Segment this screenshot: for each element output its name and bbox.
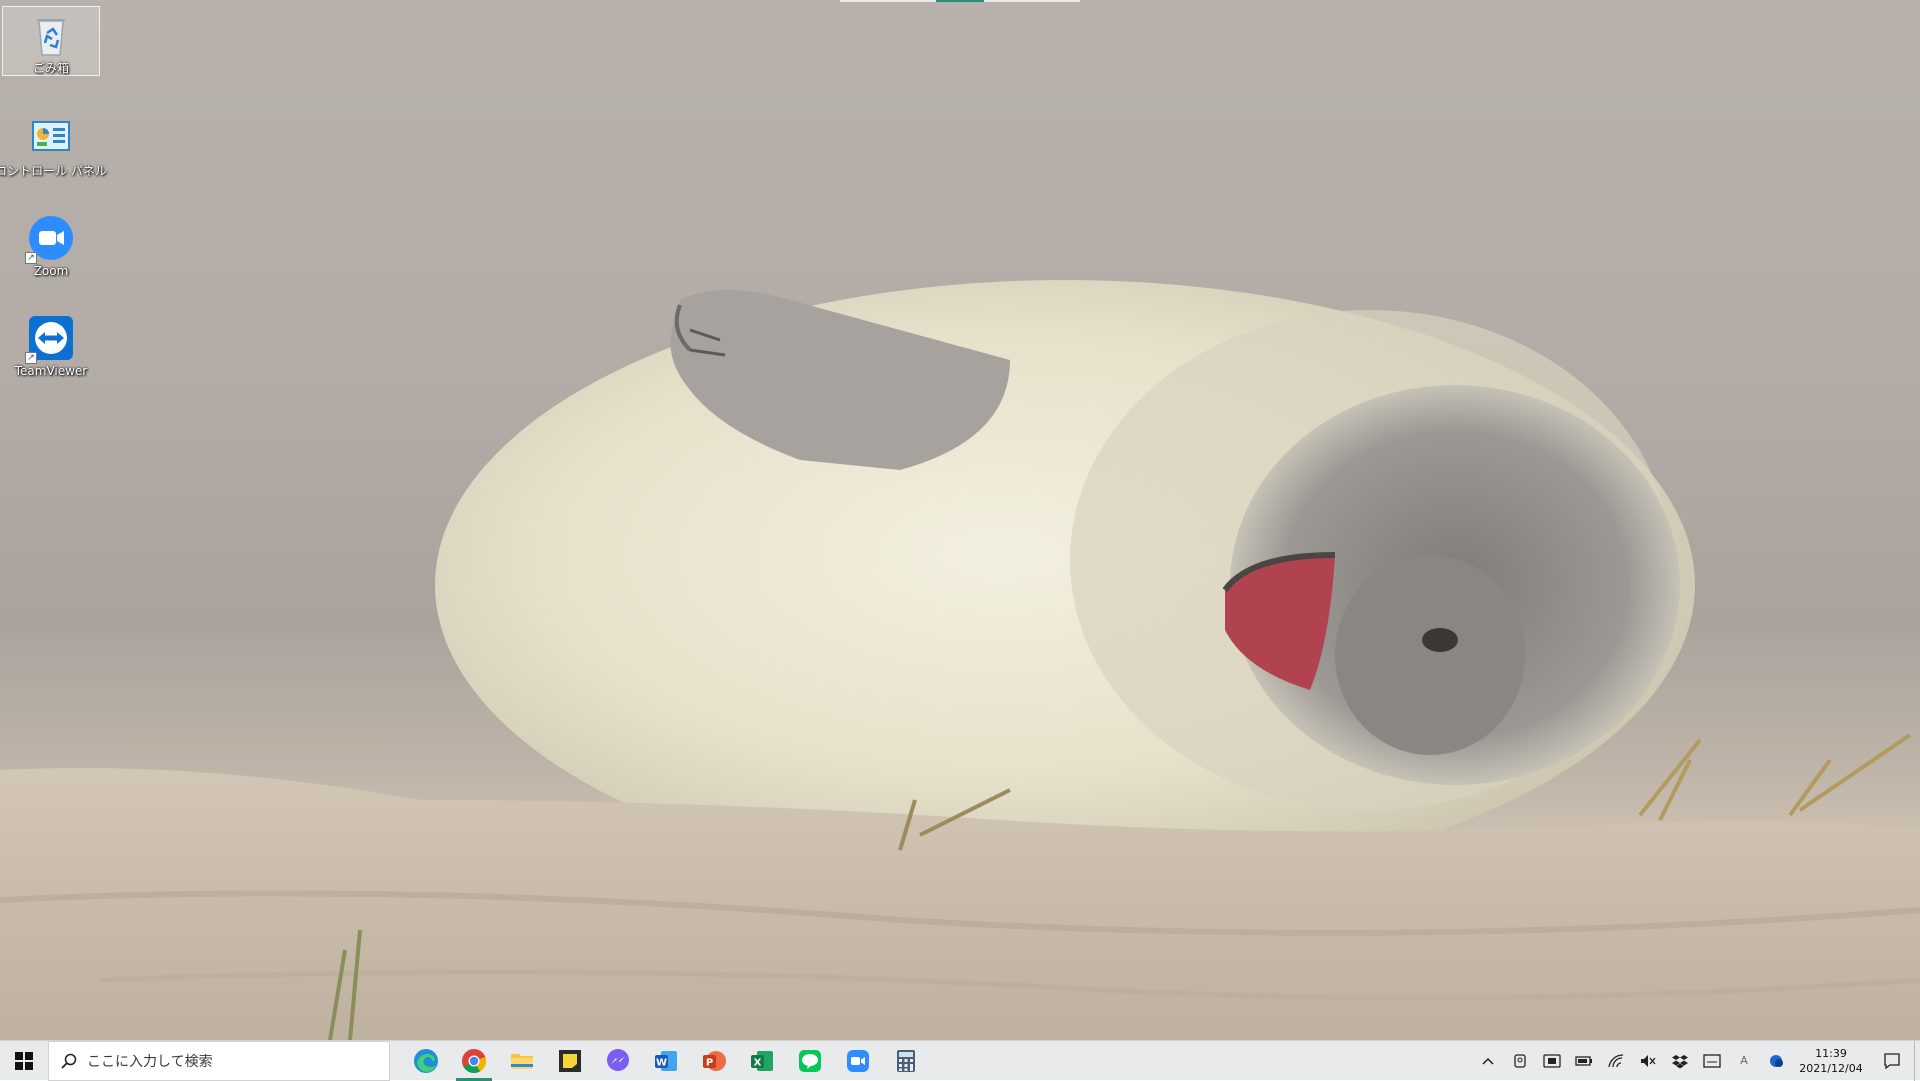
windows-logo-icon — [15, 1051, 33, 1070]
svg-text:P: P — [706, 1057, 713, 1068]
svg-text:X: X — [754, 1057, 762, 1068]
control-panel-icon — [27, 114, 75, 162]
system-tray: A 11:39 2021/12/04 — [1472, 1040, 1920, 1081]
desktop-icon-label: コントロール パネル — [0, 164, 107, 178]
shortcut-arrow-icon: ↗ — [25, 352, 37, 364]
dropbox-icon[interactable] — [1664, 1041, 1696, 1081]
search-placeholder: ここに入力して検索 — [87, 1053, 213, 1070]
show-hidden-icons-chevron-up-icon[interactable] — [1472, 1041, 1504, 1081]
sticky-notes-icon — [559, 1049, 581, 1072]
wifi-icon[interactable] — [1600, 1041, 1632, 1081]
teamviewer-icon: ↗ — [25, 314, 75, 364]
meet-now-icon[interactable] — [1504, 1041, 1536, 1081]
recycle-bin-shortcut[interactable]: ごみ箱 — [2, 6, 100, 76]
ime-mode-label: A — [1740, 1054, 1748, 1067]
taskbar-sticky-notes[interactable] — [546, 1041, 594, 1081]
taskbar-file-explorer[interactable] — [498, 1041, 546, 1081]
taskbar-chrome[interactable] — [450, 1041, 498, 1081]
start-button[interactable] — [0, 1041, 48, 1081]
desktop-icon-label: Zoom — [33, 264, 69, 278]
desktop-icon-label: ごみ箱 — [32, 61, 69, 75]
desktop: ごみ箱 コントロール パネル ↗ Zoom ↗ TeamViewer — [0, 0, 1920, 1040]
taskbar-messenger[interactable] — [594, 1041, 642, 1081]
clock-date: 2021/12/04 — [1799, 1061, 1863, 1075]
line-icon — [799, 1049, 821, 1072]
screen-capture-icon[interactable] — [1536, 1041, 1568, 1081]
taskbar-line[interactable] — [786, 1041, 834, 1081]
folder-icon — [511, 1053, 533, 1069]
zoom-shortcut[interactable]: ↗ Zoom — [2, 210, 100, 280]
ime-indicator[interactable]: A — [1728, 1041, 1760, 1081]
clock-time: 11:39 — [1815, 1046, 1847, 1060]
top-edge-indicator — [840, 0, 1080, 2]
taskbar-search-box[interactable]: ここに入力して検索 — [48, 1040, 390, 1081]
zoom-icon: ↗ — [25, 214, 75, 264]
touch-keyboard-icon[interactable] — [1696, 1041, 1728, 1081]
calculator-icon — [897, 1049, 915, 1072]
pinned-apps: W P X — [402, 1041, 930, 1081]
desktop-icon-label: TeamViewer — [14, 364, 88, 378]
battery-icon[interactable] — [1568, 1041, 1600, 1081]
teamviewer-shortcut[interactable]: ↗ TeamViewer — [2, 310, 100, 380]
show-desktop-button[interactable] — [1914, 1040, 1920, 1081]
word-icon: W — [655, 1050, 677, 1071]
svg-text:W: W — [656, 1057, 667, 1068]
search-icon — [61, 1053, 77, 1069]
chrome-icon — [462, 1048, 487, 1073]
notification-icon — [1884, 1052, 1900, 1069]
taskbar-powerpoint[interactable]: P — [690, 1041, 738, 1081]
powerpoint-icon: P — [703, 1050, 726, 1071]
taskbar-calculator[interactable] — [882, 1041, 930, 1081]
recycle-bin-icon — [27, 11, 75, 59]
onedrive-icon[interactable] — [1760, 1041, 1792, 1081]
zoom-icon — [847, 1049, 869, 1072]
shortcut-arrow-icon: ↗ — [25, 252, 37, 264]
taskbar-zoom[interactable] — [834, 1041, 882, 1081]
messenger-icon — [607, 1048, 629, 1071]
volume-muted-icon[interactable] — [1632, 1041, 1664, 1081]
action-center-button[interactable] — [1870, 1041, 1914, 1081]
edge-icon — [414, 1048, 438, 1073]
taskbar-edge[interactable] — [402, 1041, 450, 1081]
taskbar-word[interactable]: W — [642, 1041, 690, 1081]
taskbar-excel[interactable]: X — [738, 1041, 786, 1081]
wallpaper-image — [0, 280, 1920, 1040]
excel-icon: X — [751, 1050, 773, 1071]
taskbar-clock[interactable]: 11:39 2021/12/04 — [1792, 1041, 1870, 1081]
taskbar: ここに入力して検索 W P X A 11:39 2021/12/04 — [0, 1040, 1920, 1081]
control-panel-shortcut[interactable]: コントロール パネル — [0, 110, 107, 180]
